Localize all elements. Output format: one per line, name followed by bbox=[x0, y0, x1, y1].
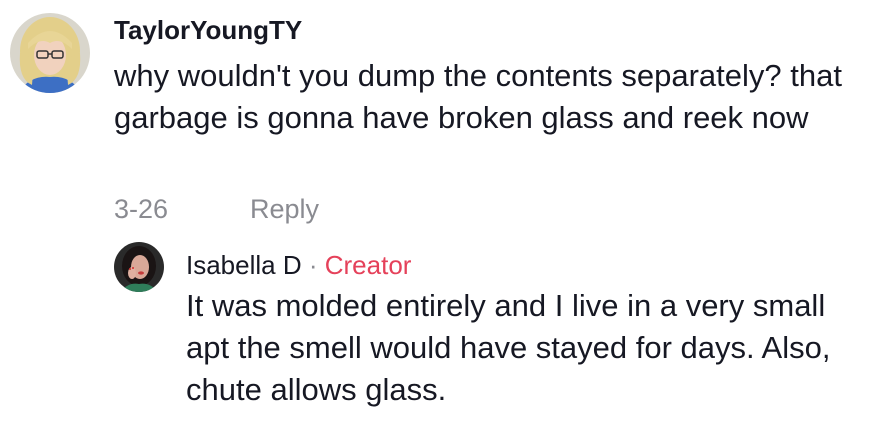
reply-text: It was molded entirely and I live in a v… bbox=[186, 288, 831, 407]
comment-date: 3-26 bbox=[114, 194, 169, 224]
reply-button[interactable]: Reply bbox=[250, 193, 319, 225]
commenter-avatar[interactable] bbox=[10, 13, 90, 93]
user-avatar-icon bbox=[10, 13, 90, 93]
creator-avatar[interactable] bbox=[114, 242, 164, 292]
separator-dot: · bbox=[301, 250, 325, 280]
user-avatar-icon bbox=[114, 242, 164, 292]
reply-header: Isabella D · Creator bbox=[186, 249, 411, 281]
comment-text: why wouldn't you dump the contents separ… bbox=[114, 58, 842, 135]
creator-username[interactable]: Isabella D bbox=[186, 250, 302, 280]
commenter-username[interactable]: TaylorYoungTY bbox=[114, 15, 302, 45]
creator-badge: Creator bbox=[324, 250, 412, 280]
